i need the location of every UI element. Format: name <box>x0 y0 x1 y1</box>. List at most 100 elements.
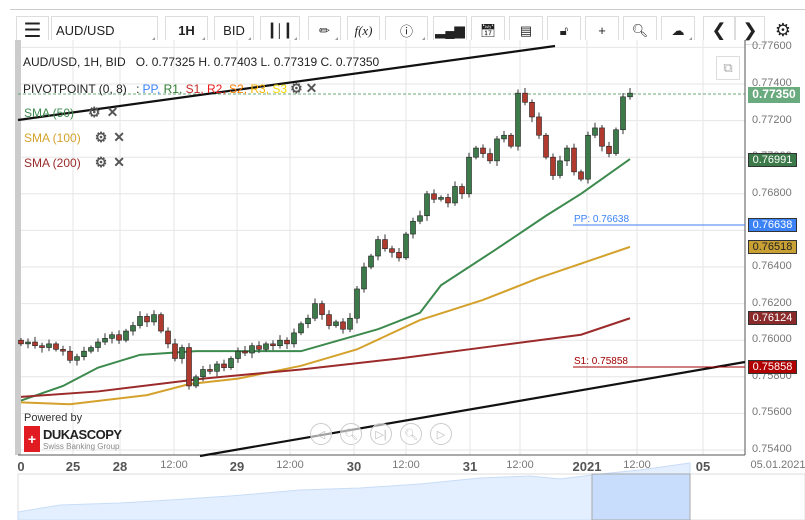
candle-body <box>375 239 381 257</box>
s1-badge: 0.75858 <box>748 360 797 374</box>
candle <box>571 143 577 176</box>
y-tick-label: 0.77600 <box>752 40 792 53</box>
pivot-level-s1: S1, <box>185 81 208 96</box>
candle-body <box>60 349 66 352</box>
candle-body <box>312 303 318 319</box>
candle-body <box>74 356 80 361</box>
y-tick-label: 0.76200 <box>752 296 792 309</box>
pivot-levels-legend: PP, R1, S1, R2, S2, R3, S3 <box>143 82 288 96</box>
dukascopy-logo[interactable]: Powered by + DUKASCOPY Swiss Banking Gro… <box>24 412 122 452</box>
candle-body <box>53 343 59 350</box>
candle-body <box>67 350 73 361</box>
candle <box>473 145 479 160</box>
x-tick-label: 30 <box>346 459 362 474</box>
candle-body <box>438 197 444 200</box>
last-price-badge: 0.77350 <box>748 87 800 103</box>
y-tick-label: 0.75600 <box>752 406 792 419</box>
candle-body <box>158 314 164 332</box>
candle-body <box>543 134 549 158</box>
gear-icon[interactable]: ⚙ <box>88 104 101 121</box>
gear-icon[interactable]: ⚙ <box>95 129 108 146</box>
candle-body <box>550 156 556 176</box>
candle-body <box>18 339 24 345</box>
candle-body <box>529 102 535 118</box>
candle <box>515 89 521 151</box>
candle-body <box>627 92 633 98</box>
candle-body <box>95 341 101 348</box>
scroll-left-button[interactable]: ◁ <box>310 423 332 445</box>
popout-button[interactable]: ⧉ <box>716 56 740 80</box>
zoom-in-button[interactable]: 🔍︎ <box>400 423 422 445</box>
candle-body <box>116 334 122 341</box>
candle-body <box>270 343 276 346</box>
candle-body <box>284 339 290 345</box>
close-icon[interactable]: ✕ <box>113 154 125 171</box>
candle <box>354 286 360 324</box>
candle-body <box>389 248 395 253</box>
candle-body <box>410 220 416 235</box>
close-icon[interactable]: ✕ <box>306 80 318 97</box>
x-tick-label: 12:00 <box>506 459 534 471</box>
candle-body <box>347 317 353 330</box>
navigator-window[interactable] <box>591 473 691 520</box>
candle <box>298 321 304 336</box>
indicator-sma100: SMA (100) ⚙ ✕ <box>24 129 125 146</box>
y-tick-label: 0.75400 <box>752 443 792 455</box>
candle-body <box>396 252 402 259</box>
candle-body <box>305 317 311 325</box>
brand-name: DUKASCOPY <box>43 427 122 442</box>
candle-body <box>424 193 430 217</box>
candle-body <box>109 334 115 339</box>
candle-body <box>291 332 297 345</box>
indicator-sma50: SMA (50) ⚙ ✕ <box>24 104 118 121</box>
scroll-right-button[interactable]: ▷ <box>430 423 452 445</box>
scroll-end-button[interactable]: ▷| <box>370 423 392 445</box>
gear-icon[interactable]: ⚙ <box>290 80 303 97</box>
s1-label: S1: 0.75858 <box>574 356 628 367</box>
navigator[interactable] <box>17 462 805 520</box>
candle <box>158 312 164 334</box>
candle-body <box>445 197 451 204</box>
pivot-level-s2: S2, <box>229 81 251 96</box>
candle-body <box>522 92 528 103</box>
candle-body <box>144 316 150 323</box>
candle-body <box>578 171 584 180</box>
pp-badge: 0.76638 <box>748 218 797 232</box>
candle <box>466 152 472 198</box>
candle <box>508 133 514 149</box>
candle-body <box>592 127 598 136</box>
pp-label: PP: 0.76638 <box>574 214 630 225</box>
sma50-badge: 0.76991 <box>748 153 797 167</box>
candle-body <box>606 145 612 154</box>
candle-body <box>46 343 52 348</box>
candle-body <box>557 160 563 176</box>
skip-end-icon: ▷| <box>375 428 387 441</box>
popout-icon: ⧉ <box>723 60 733 75</box>
zoom-out-icon: 🔍︎ <box>344 428 358 441</box>
candle-body <box>172 343 178 359</box>
x-tick-label: 12:00 <box>623 459 651 471</box>
zoom-out-button[interactable]: 🔍︎ <box>340 423 362 445</box>
indicator-sma200: SMA (200) ⚙ ✕ <box>24 154 125 171</box>
candle-body <box>228 358 234 368</box>
candle-body <box>508 134 514 147</box>
pivot-level-r1: R1, <box>163 81 186 96</box>
candle-body <box>382 239 388 250</box>
x-tick-label: 25 <box>65 459 81 474</box>
gear-icon[interactable]: ⚙ <box>95 154 108 171</box>
candle-body <box>130 325 136 332</box>
swiss-cross-icon: + <box>24 426 40 452</box>
y-tick-label: 0.76800 <box>752 186 792 199</box>
close-icon[interactable]: ✕ <box>113 129 125 146</box>
candle-body <box>585 134 591 180</box>
ohlc-header: AUD/USD, 1H, BID O. 0.77325 H. 0.77403 L… <box>23 55 379 69</box>
candle <box>361 262 367 293</box>
brand-sub: Swiss Banking Group <box>43 442 120 451</box>
candle-body <box>571 147 577 173</box>
candle-body <box>165 330 171 345</box>
candle-body <box>263 343 269 350</box>
triangle-left-icon: ◁ <box>316 428 326 441</box>
y-tick-label: 0.76000 <box>752 333 792 346</box>
close-icon[interactable]: ✕ <box>107 104 119 121</box>
candle-body <box>39 345 45 348</box>
